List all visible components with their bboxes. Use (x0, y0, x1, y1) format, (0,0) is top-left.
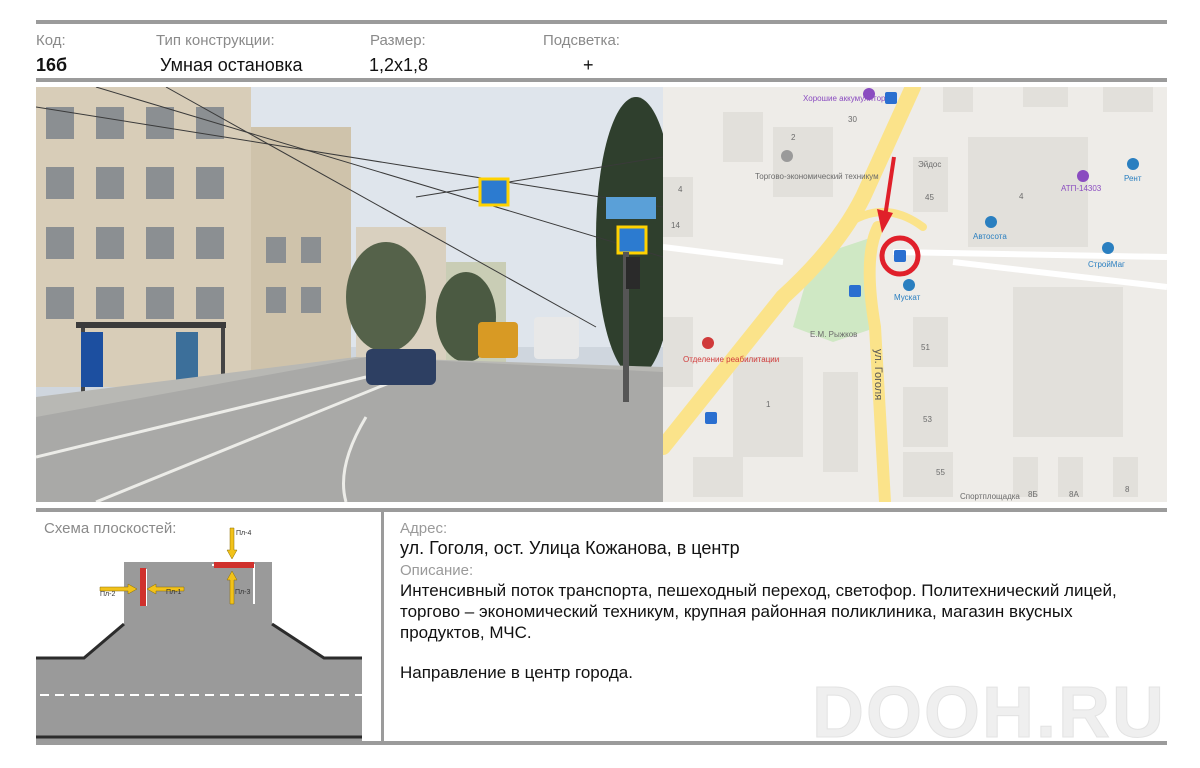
map-label-atp: АТП-14303 (1061, 184, 1102, 193)
map-label-akk: Хорошие аккумуляторы (803, 94, 891, 103)
address-label: Адрес: (400, 520, 448, 537)
map-num-14: 14 (671, 221, 680, 230)
size-value: 1,2x1,8 (369, 55, 429, 75)
plane-3-label: Пл-3 (235, 589, 250, 596)
header-rule (36, 78, 1167, 82)
school-icon (781, 150, 793, 162)
map-label-stroymag: СтройМаг (1088, 260, 1125, 269)
scheme-title: Схема плоскостей: (44, 520, 177, 537)
type-value: Умная остановка (160, 55, 303, 75)
map-num-2: 2 (791, 133, 796, 142)
map-num-51: 51 (921, 343, 930, 352)
map-num-53: 53 (923, 415, 932, 424)
car-service-icon (985, 216, 997, 228)
size-label: Размер: (370, 32, 426, 49)
map-street-label: ул. Гоголя (872, 349, 884, 400)
shop-icon (863, 88, 875, 100)
map-num-4b: 4 (678, 185, 683, 194)
map-label-rent: Рент (1124, 174, 1142, 183)
bottom-rule (36, 741, 1167, 745)
map-num-8: 8 (1125, 485, 1130, 494)
middle-rule (36, 508, 1167, 512)
map-num-55: 55 (936, 468, 945, 477)
map-num-8a: 8А (1069, 490, 1079, 499)
map-label-sport: Спортплощадка (960, 492, 1020, 501)
map-label-muskat: Мускат (894, 293, 921, 302)
map-num-4: 4 (1019, 192, 1024, 201)
type-label: Тип конструкции: (156, 32, 275, 49)
code-value: 16б (36, 55, 68, 75)
location-map: Хорошие аккумуляторы Торгово-экономическ… (663, 87, 1167, 502)
description-line-2: торгово – экономический техникум, крупна… (400, 602, 1073, 621)
planes-scheme: Пл-1 Пл-2 Пл-3 Пл-4 (36, 527, 362, 742)
car-icon (1127, 158, 1139, 170)
description-line-4: Направление в центр города. (400, 663, 633, 682)
description-label: Описание: (400, 562, 474, 579)
description-line-1: Интенсивный поток транспорта, пешеходный… (400, 581, 1117, 600)
medical-icon (702, 337, 714, 349)
address-value: ул. Гоголя, ост. Улица Кожанова, в центр (400, 538, 740, 558)
map-num-45: 45 (925, 193, 934, 202)
map-label-ryzhkov: Е.М. Рыжков (810, 330, 857, 339)
light-value: + (583, 55, 594, 75)
plane-2-bar (140, 568, 146, 606)
vertical-divider (381, 512, 384, 744)
location-photo (36, 87, 663, 502)
map-num-1: 1 (766, 400, 771, 409)
plane-4-bar (214, 562, 254, 568)
map-label-tech: Торгово-экономический техникум (755, 172, 879, 181)
cart-icon (1102, 242, 1114, 254)
plane-2-label: Пл-2 (100, 591, 115, 598)
map-label-rehab: Отделение реабилитации (683, 355, 779, 364)
plane-1-label: Пл-1 (166, 589, 181, 596)
light-label: Подсветка: (543, 32, 620, 49)
description-line-3: продуктов, МЧС. (400, 623, 532, 642)
map-label-eidos: Эйдос (918, 160, 941, 169)
map-num-30: 30 (848, 115, 857, 124)
poi-icon (1077, 170, 1089, 182)
basket-icon (903, 279, 915, 291)
top-rule (36, 20, 1167, 24)
code-label: Код: (36, 32, 66, 49)
map-label-avtosota: Автосота (973, 232, 1007, 241)
map-num-8b: 8Б (1028, 490, 1038, 499)
plane-4-label: Пл-4 (236, 530, 251, 537)
